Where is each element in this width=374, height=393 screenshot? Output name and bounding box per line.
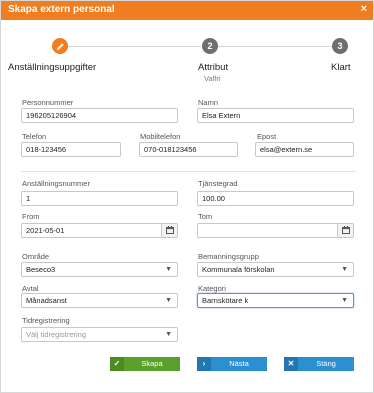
dialog-title: Skapa extern personal <box>8 4 115 15</box>
close-button[interactable]: ✕ Stäng <box>284 357 354 371</box>
tom-date-input[interactable] <box>197 223 354 238</box>
close-icon: ✕ <box>284 357 298 371</box>
check-icon: ✓ <box>110 357 124 371</box>
create-button-label: Skapa <box>141 359 163 368</box>
omrade-select[interactable]: Beseco3 ▼ <box>21 262 178 277</box>
telefon-label: Telefon <box>22 132 47 141</box>
wizard-step-3: 3 <box>332 38 348 54</box>
bemanningsgrupp-label: Bemanningsgrupp <box>198 252 259 261</box>
kategori-select[interactable]: Barnskötare k ▼ <box>197 293 354 308</box>
close-button-label: Stäng <box>316 359 336 368</box>
namn-label: Namn <box>198 98 219 107</box>
anstallningsnummer-input[interactable]: 1 <box>21 191 178 206</box>
omrade-label: Område <box>22 252 50 261</box>
omrade-value: Beseco3 <box>26 265 56 274</box>
wizard-connector <box>218 46 332 47</box>
from-label: From <box>22 212 40 221</box>
dialog-titlebar: Skapa extern personal × <box>1 1 373 20</box>
anstallningsnummer-label: Anställningsnummer <box>22 179 90 188</box>
avtal-select[interactable]: Månadsanst ▼ <box>21 293 178 308</box>
mobiltelefon-label: Mobiltelefon <box>140 132 181 141</box>
create-button[interactable]: ✓ Skapa <box>110 357 180 371</box>
calendar-icon[interactable] <box>337 224 353 237</box>
telefon-input[interactable]: 018-123456 <box>21 142 121 157</box>
kategori-label: Kategori <box>198 284 226 293</box>
wizard-step-2: 2 <box>202 38 218 54</box>
create-external-staff-dialog: Skapa extern personal × 2 3 Anställnings… <box>0 0 374 393</box>
close-icon[interactable]: × <box>361 3 367 15</box>
chevron-right-icon: › <box>197 357 211 371</box>
kategori-value: Barnskötare k <box>202 296 249 305</box>
personnummer-input[interactable]: 196205126904 <box>21 108 178 123</box>
next-button[interactable]: › Nästa <box>197 357 267 371</box>
wizard-step-label: Attribut <box>198 62 229 73</box>
from-date-value: 2021-05-01 <box>26 226 65 235</box>
chevron-down-icon: ▼ <box>165 266 172 273</box>
form-divider <box>21 171 356 172</box>
tjanstegrad-input[interactable]: 100.00 <box>197 191 354 206</box>
avtal-value: Månadsanst <box>26 296 67 305</box>
bemanningsgrupp-select[interactable]: Kommunala förskolan ▼ <box>197 262 354 277</box>
tjanstegrad-label: Tjänstegrad <box>198 179 238 188</box>
tidregistrering-placeholder: Välj tidregistrering <box>26 330 87 339</box>
calendar-icon[interactable] <box>161 224 177 237</box>
wizard-step-label: Klart <box>331 62 351 73</box>
mobiltelefon-input[interactable]: 070-018123456 <box>139 142 238 157</box>
epost-label: Epost <box>257 132 277 141</box>
personnummer-label: Personnummer <box>22 98 74 107</box>
wizard-step-number: 3 <box>337 41 343 51</box>
chevron-down-icon: ▼ <box>341 266 348 273</box>
pencil-icon <box>56 43 64 51</box>
chevron-down-icon: ▼ <box>165 297 172 304</box>
wizard-connector <box>68 46 201 47</box>
epost-input[interactable]: elsa@extern.se <box>255 142 354 157</box>
namn-input[interactable]: Elsa Extern <box>197 108 354 123</box>
avtal-label: Avtal <box>22 284 39 293</box>
wizard-step-number: 2 <box>207 41 213 51</box>
chevron-down-icon: ▼ <box>165 331 172 338</box>
wizard-step-label: Anställningsuppgifter <box>8 62 97 73</box>
from-date-input[interactable]: 2021-05-01 <box>21 223 178 238</box>
tom-label: Tom <box>198 212 213 221</box>
wizard-step-sub: Valfri <box>204 74 221 83</box>
next-button-label: Nästa <box>229 359 249 368</box>
tidregistrering-label: Tidregistrering <box>22 316 70 325</box>
tidregistrering-select[interactable]: Välj tidregistrering ▼ <box>21 327 178 342</box>
wizard-step-1 <box>52 38 68 54</box>
bemanningsgrupp-value: Kommunala förskolan <box>202 265 275 274</box>
chevron-down-icon: ▼ <box>341 297 348 304</box>
